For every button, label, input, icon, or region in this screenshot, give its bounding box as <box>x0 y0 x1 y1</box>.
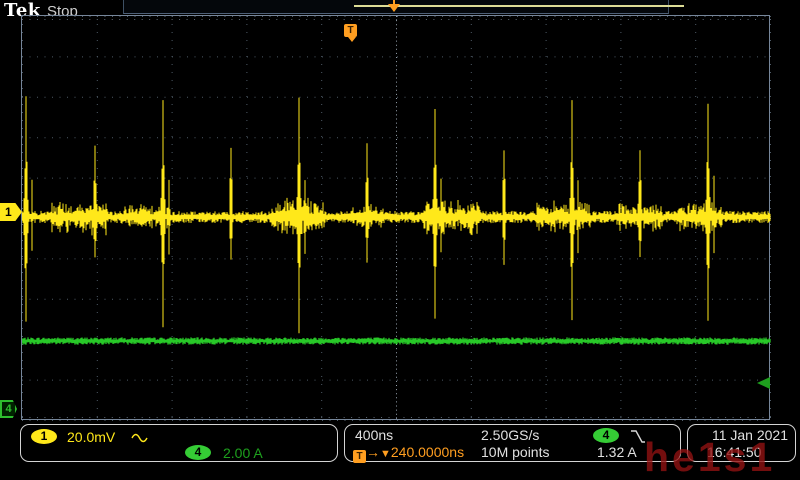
record-view-line <box>354 5 684 7</box>
trigger-source-badge[interactable]: 4 <box>593 428 619 443</box>
ch1-badge[interactable]: 1 <box>31 429 57 444</box>
delay-arrow-icon: → <box>366 444 380 460</box>
ac-coupling-icon <box>131 433 148 443</box>
trigger-delay-value: 240.0000ns <box>391 444 464 460</box>
waveform-display[interactable] <box>22 16 771 421</box>
ch1-position-marker[interactable]: 1 <box>0 203 22 221</box>
trigger-point-flag[interactable]: T <box>344 24 357 37</box>
sample-rate: 2.50GS/s <box>481 427 539 443</box>
horizontal-trigger-readout-panel[interactable]: 400ns T→▼240.0000ns 2.50GS/s 10M points … <box>344 424 681 462</box>
delay-marker-icon: ▼ <box>380 448 391 460</box>
trigger-level[interactable]: 1.32 A <box>597 444 637 460</box>
ch1-scale[interactable]: 20.0mV <box>67 429 115 445</box>
vertical-readout-panel[interactable]: 1 20.0mV 4 2.00 A <box>20 424 338 462</box>
trigger-delay-t-icon: T <box>353 450 366 463</box>
falling-edge-icon <box>629 429 647 444</box>
oscilloscope-screen: Tek Stop T 1 4 1 20.0mV 4 2.00 A 400ns T… <box>0 0 800 480</box>
date-label: 11 Jan 2021 <box>712 427 788 443</box>
trigger-delay-readout[interactable]: T→▼240.0000ns <box>353 444 464 463</box>
ch4-badge[interactable]: 4 <box>185 445 211 460</box>
ch4-position-marker[interactable]: 4 <box>0 400 17 418</box>
horizontal-scale[interactable]: 400ns <box>355 427 393 443</box>
time-label: 16:41:50 <box>707 444 762 460</box>
trigger-position-arrow-icon[interactable] <box>388 4 400 12</box>
ch4-scale[interactable]: 2.00 A <box>223 445 263 461</box>
graticule[interactable] <box>21 15 770 420</box>
record-length: 10M points <box>481 444 549 460</box>
trigger-point-flag-tail-icon <box>348 37 356 42</box>
clock-panel: 11 Jan 2021 16:41:50 <box>687 424 796 462</box>
